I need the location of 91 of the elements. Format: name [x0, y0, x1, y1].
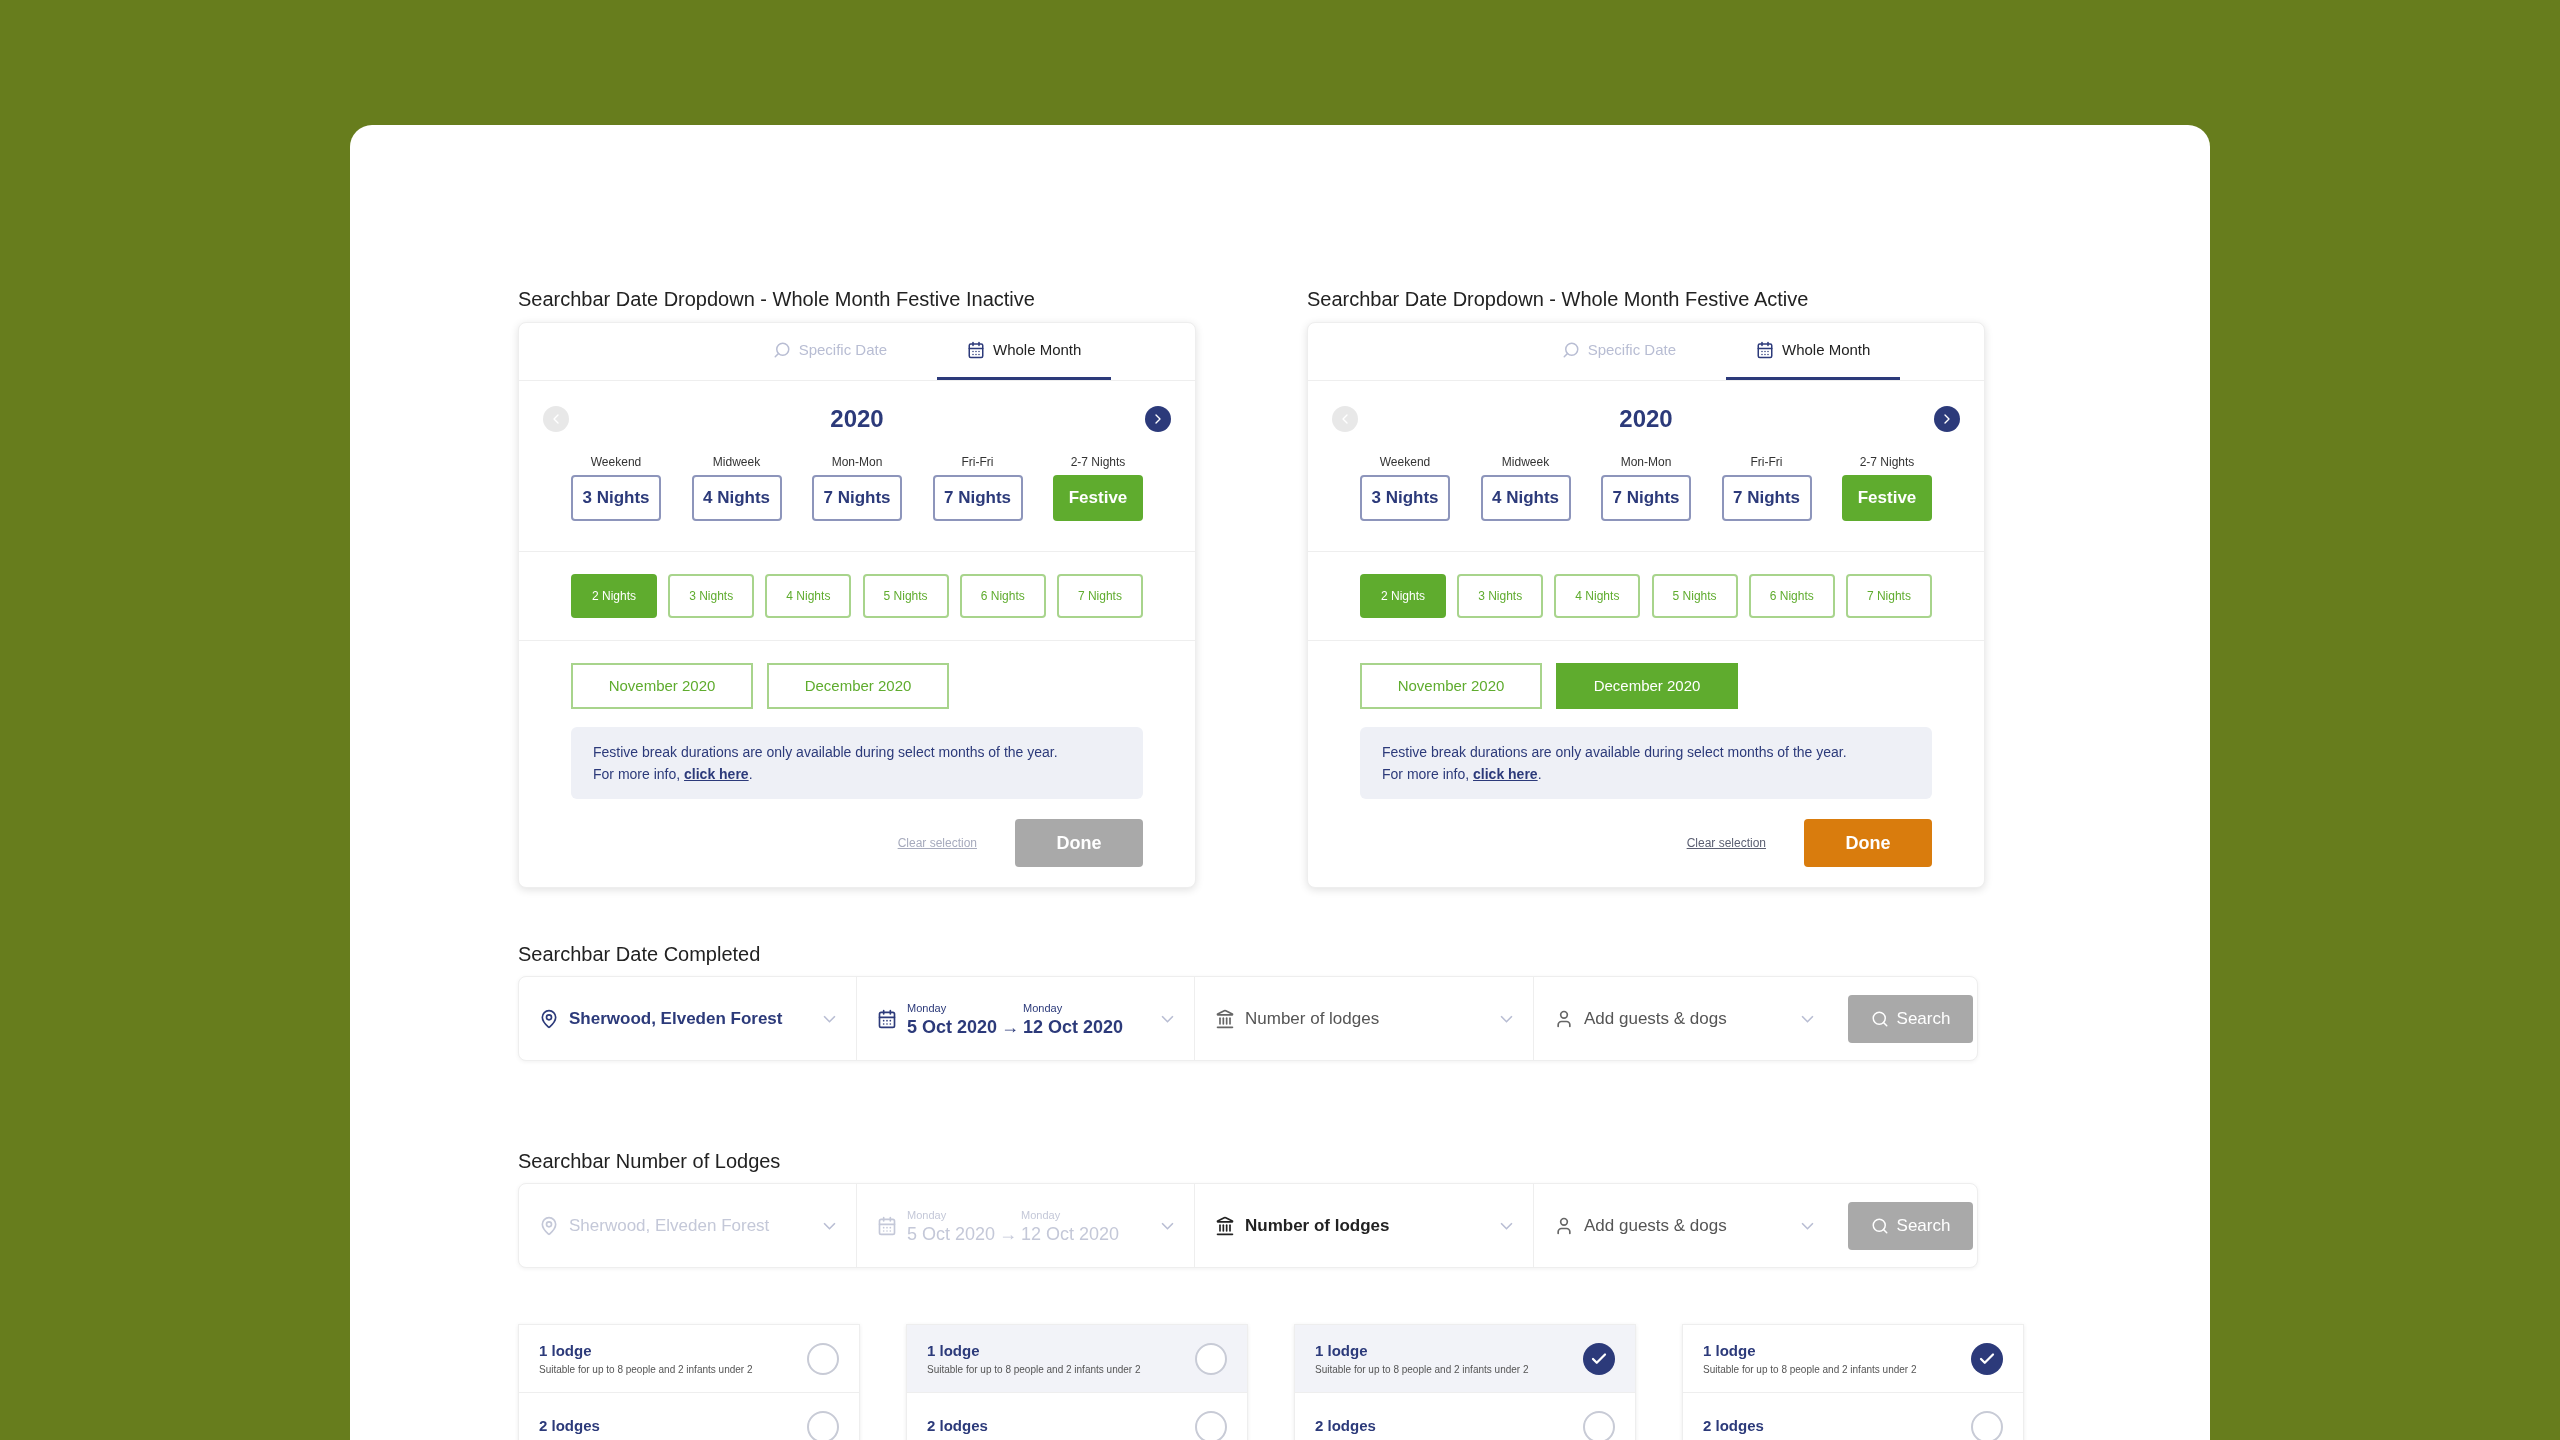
notice-text: Festive break durations are only available during select months of the year. For more info, click here. — [1382, 743, 1848, 784]
chevron-down-icon — [1500, 1221, 1513, 1230]
duration-option[interactable]: 3 Nights — [1360, 475, 1450, 521]
guests-field[interactable]: Add guests & dogs — [1534, 977, 1834, 1060]
duration-option[interactable]: 4 Nights — [691, 475, 782, 521]
notice-text: Festive break durations are only available during select months of the year. For more info, click here. — [593, 743, 1059, 784]
duration-option[interactable]: 7 Nights — [1601, 475, 1691, 521]
lodge-count: 2 lodges — [1315, 1416, 1377, 1437]
lodge-option[interactable]: 1 lodge Suitable for up to 8 people and 2 infants under 2 — [1295, 1325, 1635, 1393]
dates-field[interactable]: Monday 5 Oct 2020 → Monday 12 Oct 2020 — [857, 977, 1195, 1060]
person-icon — [1554, 1008, 1574, 1029]
location-pin-icon — [539, 1215, 559, 1236]
next-year-button[interactable] — [1145, 406, 1171, 432]
lodge-option[interactable]: 2 lodges — [519, 1393, 859, 1440]
tab[interactable]: Whole Month — [1726, 323, 1901, 380]
search-icon — [1870, 1216, 1889, 1235]
location-pin-icon — [539, 1008, 559, 1029]
day-label: Monday — [907, 1208, 948, 1224]
lodge-count: 1 lodge — [1315, 1340, 1369, 1361]
duration-caption: Fri-Fri — [1750, 454, 1783, 471]
arrow-icon: → — [999, 1223, 1018, 1244]
chevron-down-icon — [1161, 1014, 1174, 1023]
chevron-down-icon — [1500, 1014, 1513, 1023]
duration-caption: Fri-Fri — [961, 454, 994, 471]
calendar-icon — [877, 1215, 897, 1236]
end-date: 12 Oct 2020 — [1023, 1016, 1124, 1037]
search-icon — [1870, 1009, 1889, 1028]
lodge-count: 2 lodges — [539, 1416, 601, 1437]
calendar-icon — [877, 1008, 897, 1029]
duration-option[interactable]: 4 Nights — [1480, 475, 1571, 521]
chevron-down-icon — [1801, 1014, 1814, 1023]
duration-caption: Weekend — [1379, 454, 1431, 471]
duration-option[interactable]: 7 Nights — [812, 475, 902, 521]
search-icon — [772, 341, 791, 359]
chevron-down-icon — [1801, 1221, 1814, 1230]
arrow-icon: → — [1001, 1016, 1020, 1037]
start-date: 5 Oct 2020 — [907, 1016, 998, 1037]
location-field[interactable]: Sherwood, Elveden Forest — [519, 977, 857, 1060]
lodge-option[interactable]: 1 lodge Suitable for up to 8 people and 2 infants under 2 — [907, 1325, 1247, 1393]
chevron-down-icon — [1161, 1221, 1174, 1230]
year-label: 2020 — [830, 404, 884, 434]
lodge-note: Suitable for up to 8 people and 2 infants under 2 — [1703, 1363, 1918, 1378]
day-label: Monday — [1023, 1001, 1064, 1017]
lodge-option[interactable]: 1 lodge Suitable for up to 8 people and 2 infants under 2 — [1683, 1325, 2023, 1393]
building-icon — [1215, 1215, 1235, 1236]
duration-caption: 2-7 Nights — [1859, 454, 1915, 471]
lodge-note: Suitable for up to 8 people and 2 infants under 2 — [1315, 1363, 1530, 1378]
section-title: Searchbar Date Dropdown - Whole Month Festive Inactive — [518, 287, 1036, 311]
lodge-option[interactable]: 2 lodges — [1295, 1393, 1635, 1440]
info-link[interactable]: click here — [684, 766, 749, 782]
lodge-count: 1 lodge — [927, 1340, 981, 1361]
lodge-count: 2 lodges — [1703, 1416, 1765, 1437]
duration-option[interactable]: 3 Nights — [571, 475, 661, 521]
tab[interactable]: Whole Month — [937, 323, 1112, 380]
info-link[interactable]: click here — [1473, 766, 1538, 782]
chevron-down-icon — [823, 1221, 836, 1230]
guests-field[interactable]: Add guests & dogs — [1534, 1184, 1834, 1267]
duration-caption: Mon-Mon — [1620, 454, 1672, 471]
section-title: Searchbar Date Completed — [518, 942, 762, 966]
lodges-field[interactable]: Number of lodges — [1195, 1184, 1534, 1267]
person-icon — [1554, 1215, 1574, 1236]
lodge-option[interactable]: 2 lodges — [907, 1393, 1247, 1440]
duration-caption: Mon-Mon — [831, 454, 883, 471]
end-date: 12 Oct 2020 — [1021, 1223, 1120, 1244]
section-title: Searchbar Number of Lodges — [518, 1149, 782, 1173]
lodge-note: Suitable for up to 8 people and 2 infants under 2 — [539, 1363, 754, 1378]
duration-caption: 2-7 Nights — [1070, 454, 1126, 471]
building-icon — [1215, 1008, 1235, 1029]
start-date: 5 Oct 2020 — [907, 1223, 996, 1244]
year-label: 2020 — [1619, 404, 1673, 434]
section-title: Searchbar Date Dropdown - Whole Month Festive Active — [1307, 287, 1810, 311]
clear-selection-link[interactable]: Clear selection — [1686, 834, 1766, 852]
duration-option[interactable]: 7 Nights — [932, 475, 1023, 521]
lodges-field[interactable]: Number of lodges — [1195, 977, 1534, 1060]
lodge-count: 2 lodges — [927, 1416, 989, 1437]
chevron-down-icon — [823, 1014, 836, 1023]
search-icon — [1561, 341, 1580, 359]
lodge-count: 1 lodge — [1703, 1340, 1757, 1361]
duration-caption: Midweek — [1501, 454, 1550, 471]
calendar-icon — [1756, 341, 1774, 359]
lodge-option[interactable]: 1 lodge Suitable for up to 8 people and 2 infants under 2 — [519, 1325, 859, 1393]
duration-option[interactable]: 7 Nights — [1721, 475, 1812, 521]
lodge-note: Suitable for up to 8 people and 2 infants under 2 — [927, 1363, 1142, 1378]
lodge-count: 1 lodge — [539, 1340, 593, 1361]
lodge-option[interactable]: 2 lodges — [1683, 1393, 2023, 1440]
duration-caption: Weekend — [590, 454, 642, 471]
day-label: Monday — [1021, 1208, 1062, 1224]
calendar-icon — [967, 341, 985, 359]
duration-caption: Midweek — [712, 454, 761, 471]
day-label: Monday — [907, 1001, 948, 1017]
next-year-button[interactable] — [1934, 406, 1960, 432]
